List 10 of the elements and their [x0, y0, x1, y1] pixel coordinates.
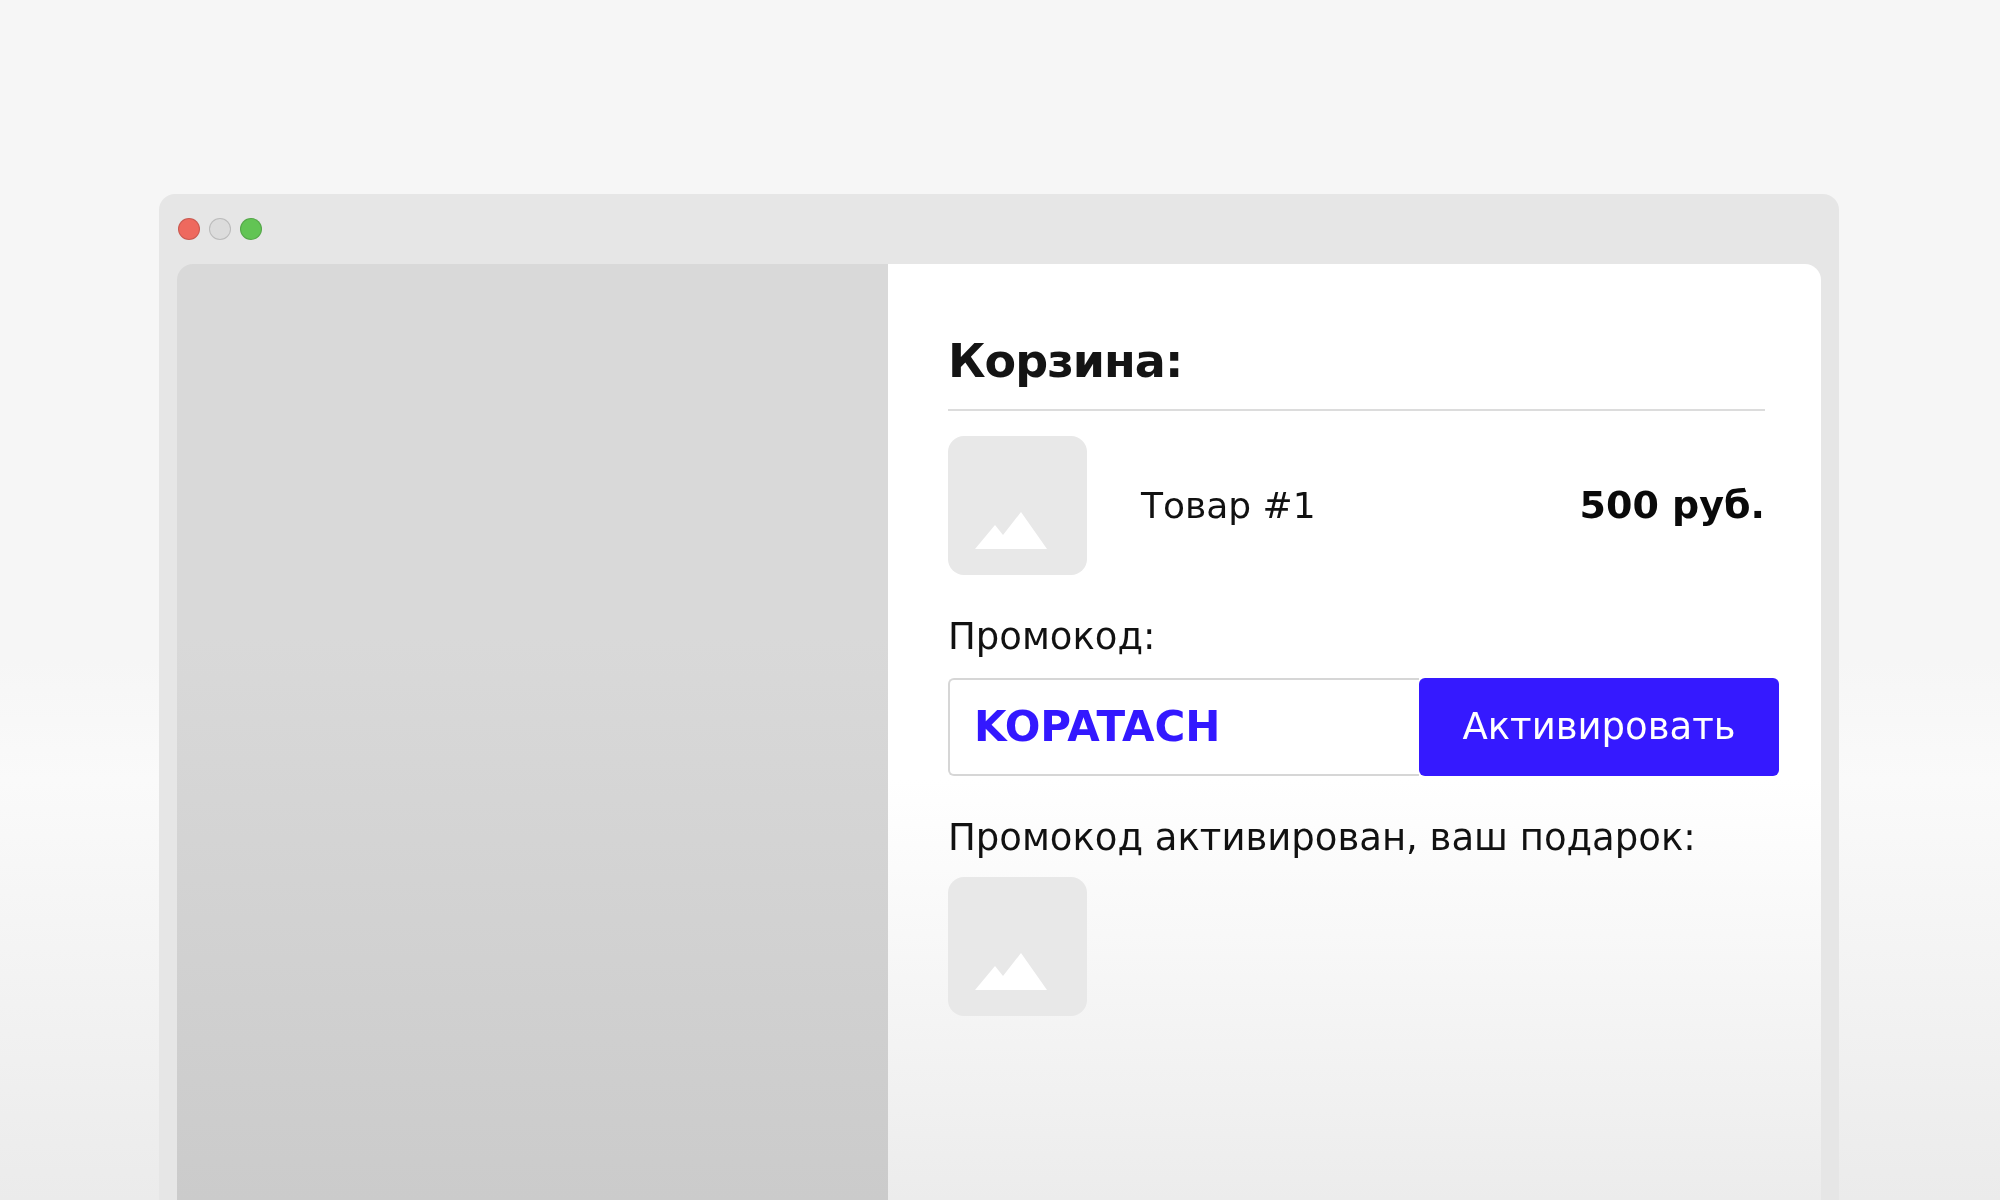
product-name: Товар #1: [1141, 484, 1317, 526]
product-price: 500 руб.: [1579, 483, 1765, 528]
promo-label: Промокод:: [948, 614, 1157, 658]
window-control-dot[interactable]: [209, 218, 231, 240]
activate-button[interactable]: Активировать: [1419, 677, 1779, 776]
window-control-dot[interactable]: [178, 218, 200, 240]
promo-message: Промокод активирован, ваш подарок:: [948, 815, 1697, 859]
window-control-dot[interactable]: [240, 218, 262, 240]
promo-code-field[interactable]: KOPATACH: [948, 677, 1419, 776]
cart-title: Корзина:: [948, 336, 1184, 387]
